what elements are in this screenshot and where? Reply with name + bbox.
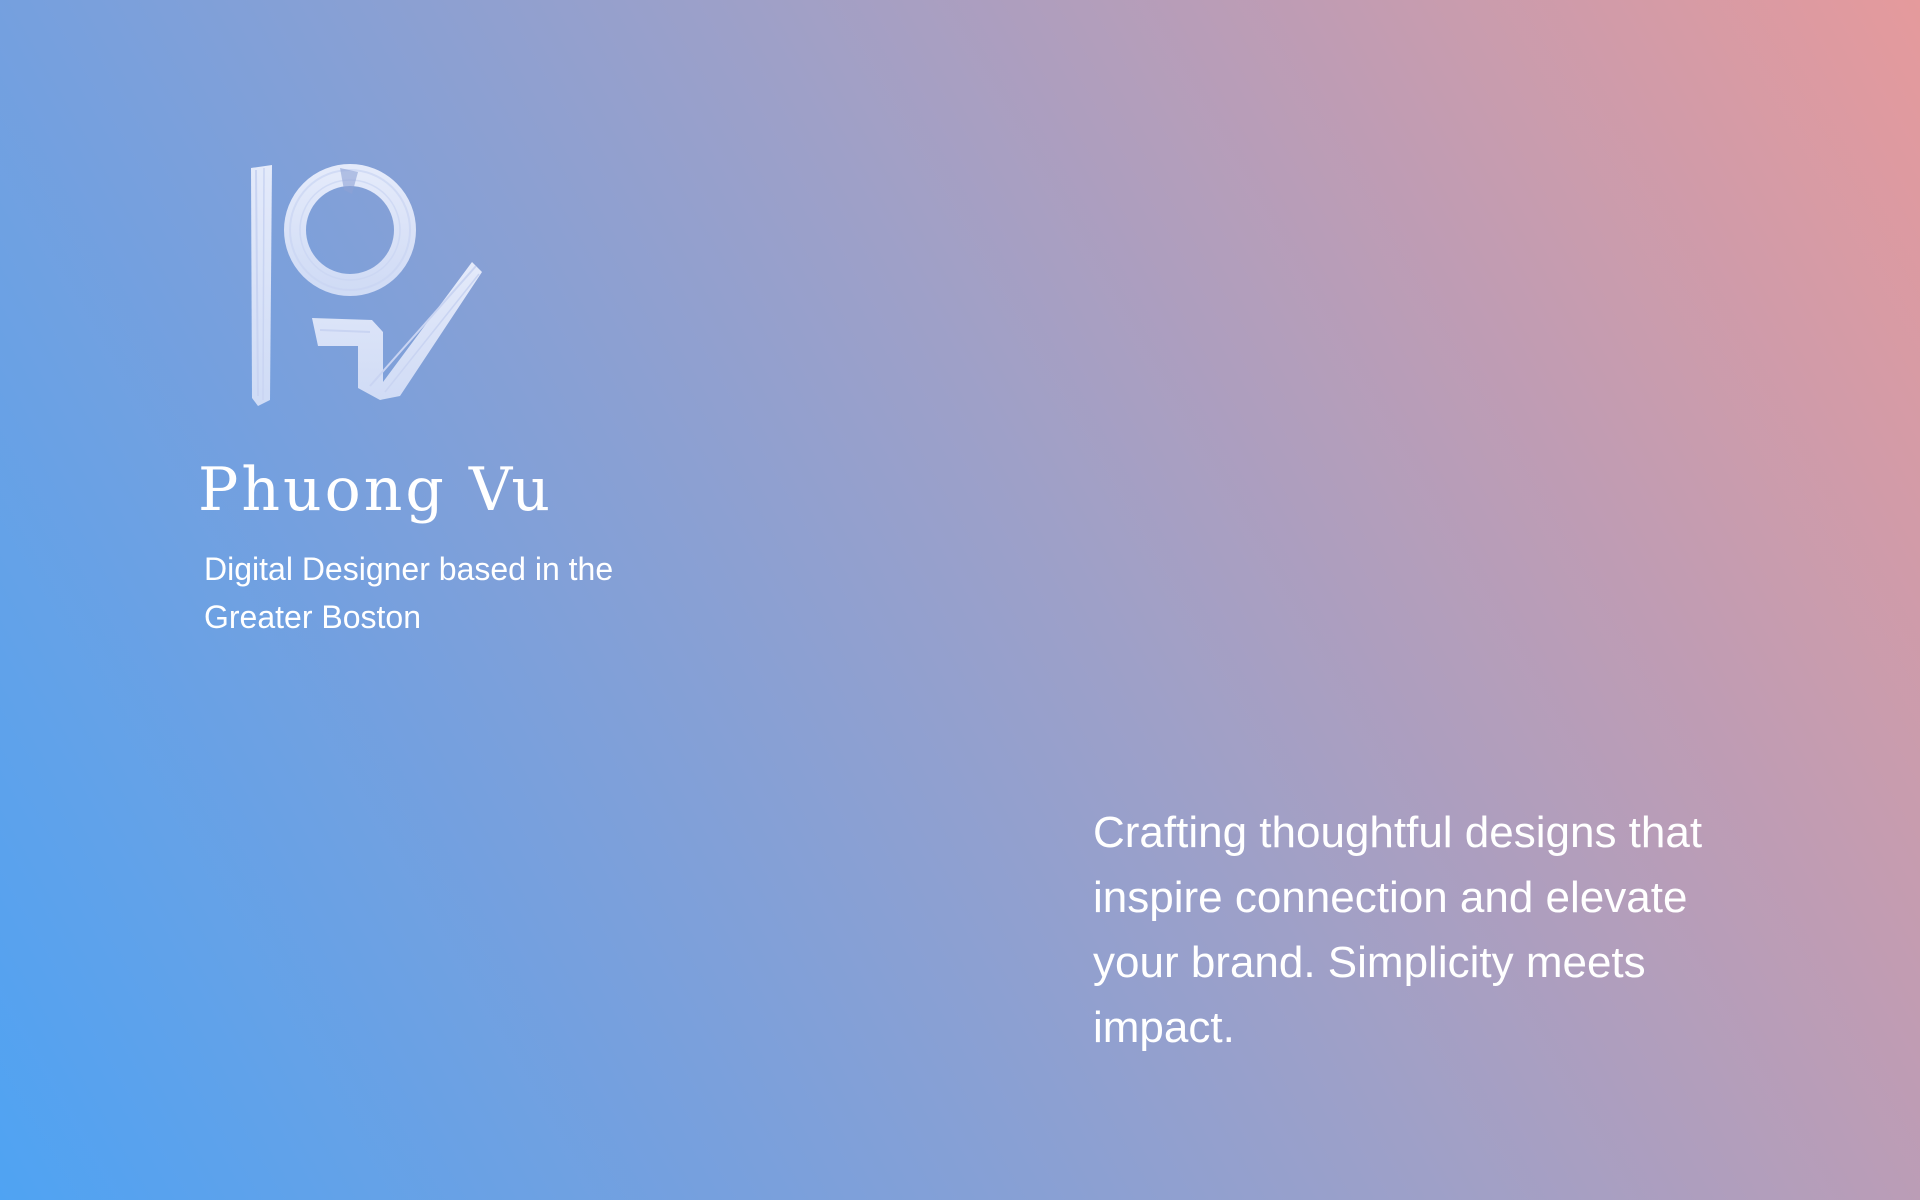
designer-subtitle: Digital Designer based in the Greater Bo… bbox=[204, 551, 614, 635]
designer-name: Phuong Vu bbox=[198, 455, 554, 525]
pv-brush-monogram-icon[interactable] bbox=[220, 160, 500, 410]
hero-tagline: Crafting thoughtful designs that inspire… bbox=[1093, 808, 1703, 1052]
